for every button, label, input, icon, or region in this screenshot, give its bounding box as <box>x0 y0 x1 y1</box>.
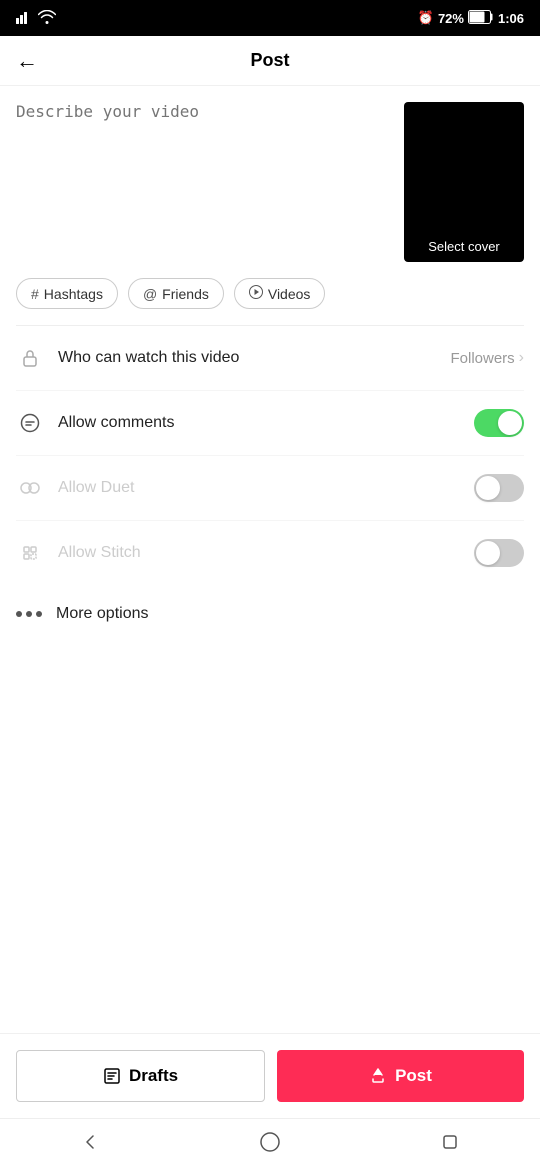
who-can-watch-row[interactable]: Who can watch this video Followers › <box>16 326 524 391</box>
hashtags-chip[interactable]: # Hashtags <box>16 278 118 309</box>
post-icon <box>369 1067 387 1085</box>
allow-stitch-label: Allow Stitch <box>58 544 460 562</box>
video-thumbnail[interactable]: Select cover <box>404 102 524 262</box>
recent-apps-icon[interactable] <box>439 1131 461 1159</box>
more-options-icon <box>16 611 42 617</box>
toggle-knob-stitch <box>476 541 500 565</box>
allow-duet-row: Allow Duet <box>16 456 524 521</box>
at-icon: @ <box>143 286 157 302</box>
header: ← Post <box>0 36 540 86</box>
time-display: 1:06 <box>498 11 524 26</box>
stitch-icon <box>16 539 44 567</box>
video-section: Select cover <box>0 86 540 278</box>
hashtag-icon: # <box>31 286 39 302</box>
tags-row: # Hashtags @ Friends Videos <box>0 278 540 325</box>
allow-comments-row: Allow comments <box>16 391 524 456</box>
more-options-row[interactable]: More options <box>0 585 540 643</box>
chevron-right-icon: › <box>519 349 524 367</box>
select-cover-label: Select cover <box>428 239 500 254</box>
allow-stitch-toggle <box>474 539 524 567</box>
back-nav-icon[interactable] <box>79 1131 101 1159</box>
who-can-watch-value: Followers › <box>450 349 524 367</box>
who-can-watch-label: Who can watch this video <box>58 349 436 367</box>
status-bar: ⏰ 72% 1:06 <box>0 0 540 36</box>
signal-icon <box>16 10 34 27</box>
back-button[interactable]: ← <box>16 48 38 74</box>
allow-duet-toggle <box>474 474 524 502</box>
drafts-label: Drafts <box>129 1066 178 1086</box>
battery-icon <box>468 10 494 27</box>
status-left <box>16 10 56 27</box>
videos-label: Videos <box>268 286 311 302</box>
allow-duet-label: Allow Duet <box>58 479 460 497</box>
post-label: Post <box>395 1066 432 1086</box>
video-description-input[interactable] <box>16 102 392 262</box>
friends-label: Friends <box>162 286 209 302</box>
comment-icon <box>16 409 44 437</box>
post-button[interactable]: Post <box>277 1050 524 1102</box>
wifi-icon <box>38 10 56 27</box>
drafts-button[interactable]: Drafts <box>16 1050 265 1102</box>
page-title: Post <box>250 50 289 71</box>
lock-icon <box>16 344 44 372</box>
status-right: ⏰ 72% 1:06 <box>418 10 524 27</box>
play-icon <box>249 285 263 302</box>
more-options-label: More options <box>56 605 149 623</box>
duet-icon <box>16 474 44 502</box>
alarm-icon: ⏰ <box>418 10 434 26</box>
toggle-knob-duet <box>476 476 500 500</box>
hashtags-label: Hashtags <box>44 286 103 302</box>
settings-section: Who can watch this video Followers › All… <box>0 326 540 585</box>
allow-comments-label: Allow comments <box>58 414 460 432</box>
battery-percent: 72% <box>438 11 464 26</box>
nav-bar <box>0 1118 540 1170</box>
videos-chip[interactable]: Videos <box>234 278 326 309</box>
back-icon: ← <box>16 48 38 73</box>
friends-chip[interactable]: @ Friends <box>128 278 224 309</box>
toggle-knob <box>498 411 522 435</box>
spacer <box>0 643 540 1033</box>
bottom-bar: Drafts Post <box>0 1033 540 1118</box>
allow-comments-toggle[interactable] <box>474 409 524 437</box>
drafts-icon <box>103 1067 121 1085</box>
home-nav-icon[interactable] <box>259 1131 281 1159</box>
allow-stitch-row: Allow Stitch <box>16 521 524 585</box>
